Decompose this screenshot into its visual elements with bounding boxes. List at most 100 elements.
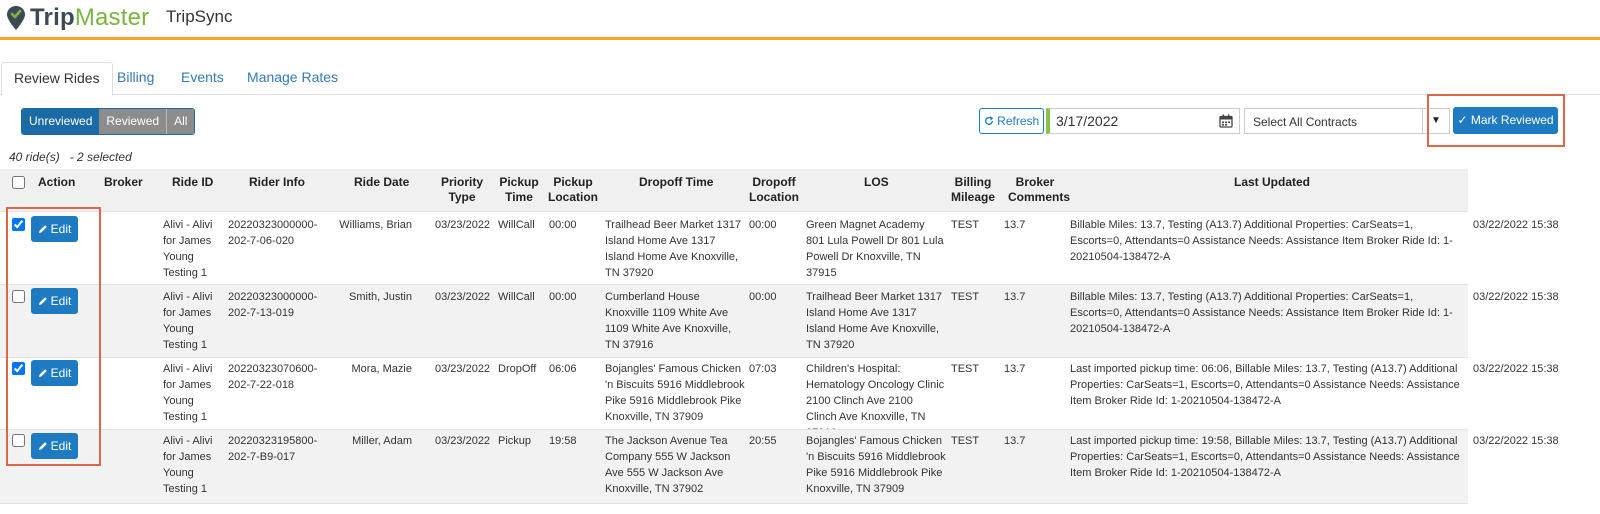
cell-broker-comments: Last imported pickup time: 06:06, Billab… [1070,363,1460,407]
selected-count: - 2 selected [69,150,132,164]
cell-dropoff-location: Bojangles' Famous Chicken 'n Biscuits 59… [806,435,946,495]
mark-reviewed-label: Mark Reviewed [1470,113,1554,127]
col-dropoff-time: Dropoff Time [639,175,714,189]
table-row: Edit Alivi - Alivi for James Young Testi… [0,358,1559,439]
ride-date-input[interactable] [1056,109,1206,133]
table-row: Edit Alivi - Alivi for James Young Testi… [0,285,1559,358]
cell-pickup-time: 06:06 [549,363,577,375]
col-ride-id: Ride ID [172,175,214,189]
cell-last-updated: 03/22/2022 15:38 [1473,435,1559,447]
calendar-icon[interactable] [1219,114,1233,128]
cell-broker-comments: Billable Miles: 13.7, Testing (A13.7) Ad… [1070,291,1453,335]
col-dropoff-location: Dropoff Location [749,175,799,204]
tab-billing[interactable]: Billing [105,62,166,93]
top-bar: TripMaster TripSync [0,0,1600,37]
cell-los: TEST [951,363,980,375]
contract-select-value: Select All Contracts [1253,115,1358,129]
cell-pickup-location: Cumberland House Knoxville 1109 White Av… [605,291,732,351]
ride-count: 40 ride(s) [9,150,60,164]
refresh-label: Refresh [997,114,1040,128]
contract-select[interactable]: Select All Contracts ▼ [1244,108,1450,134]
cell-ride-date: 03/23/2022 [435,219,491,231]
cell-dropoff-time: 00:00 [749,219,777,231]
review-status-filter: Unreviewed Reviewed All [21,108,196,135]
cell-pickup-time: 00:00 [549,291,577,303]
filter-unreviewed-button[interactable]: Unreviewed [22,109,100,134]
cell-los: TEST [951,291,980,303]
col-los: LOS [864,175,889,189]
mark-reviewed-button[interactable]: ✓ Mark Reviewed [1453,107,1558,134]
col-rider-info: Rider Info [249,175,305,189]
location-pin-icon [7,6,25,30]
col-pickup-time: Pickup Time [499,175,539,204]
cell-pickup-time: 00:00 [549,219,577,231]
cell-rider-info: Williams, Brian [339,219,412,231]
col-pickup-location: Pickup Location [548,175,598,204]
app-logo[interactable]: TripMaster [6,3,149,33]
col-last-updated: Last Updated [1234,175,1311,189]
rides-table-header: Action Broker Ride ID Rider Info Ride Da… [0,169,1468,211]
col-billing-mileage: Billing Mileage [951,175,996,204]
row-divider [0,503,1468,504]
cell-dropoff-time: 07:03 [749,363,777,375]
ride-date-picker [1046,108,1240,134]
filter-reviewed-button[interactable]: Reviewed [99,109,167,134]
cell-pickup-location: The Jackson Avenue Tea Company 555 W Jac… [605,435,731,495]
cell-ride-date: 03/23/2022 [435,291,491,303]
cell-rider-info: Smith, Justin [349,291,412,303]
cell-billing-mileage: 13.7 [1004,291,1026,303]
cell-broker: Alivi - Alivi for James Young Testing 1 [163,363,213,423]
cell-broker-comments: Last imported pickup time: 19:58, Billab… [1070,435,1460,479]
highlight-annotation-edit-column [6,207,101,466]
cell-broker: Alivi - Alivi for James Young Testing 1 [163,219,213,279]
main-tabs: Review Rides Billing Events Manage Rates [0,62,1600,96]
header-accent-line [0,37,1600,40]
table-row: Edit Alivi - Alivi for James Young Testi… [0,212,1559,285]
cell-rider-info: Mora, Mazie [351,363,412,375]
tab-review-rides[interactable]: Review Rides [1,62,113,96]
cell-priority-type: DropOff [498,363,537,375]
cell-last-updated: 03/22/2022 15:38 [1473,363,1559,375]
filter-all-button[interactable]: All [166,109,195,134]
ride-count-summary: 40 ride(s) - 2 selected [9,150,132,164]
cell-ride-id: 20220323195800-202-7-B9-017 [228,435,318,463]
cell-broker-comments: Billable Miles: 13.7, Testing (A13.7) Ad… [1070,219,1453,263]
cell-ride-id: 20220323070600-202-7-22-018 [228,363,318,391]
cell-pickup-location: Trailhead Beer Market 1317 Island Home A… [605,219,741,279]
cell-los: TEST [951,219,980,231]
col-priority-type: Priority Type [440,175,483,204]
tab-events[interactable]: Events [169,62,236,93]
cell-priority-type: Pickup [498,435,532,447]
cell-dropoff-location: Green Magnet Academy 801 Lula Powell Dr … [806,219,944,279]
cell-last-updated: 03/22/2022 15:38 [1473,291,1559,303]
table-row: Edit Alivi - Alivi for James Young Testi… [0,430,1559,503]
refresh-icon [984,116,994,125]
cell-ride-date: 03/23/2022 [435,363,491,375]
cell-ride-id: 20220323000000-202-7-13-019 [228,291,318,319]
cell-dropoff-time: 20:55 [749,435,777,447]
select-all-checkbox[interactable] [12,176,25,189]
cell-broker: Alivi - Alivi for James Young Testing 1 [163,435,213,495]
cell-broker: Alivi - Alivi for James Young Testing 1 [163,291,213,351]
cell-ride-date: 03/23/2022 [435,435,491,447]
cell-pickup-location: Bojangles' Famous Chicken 'n Biscuits 59… [605,363,745,423]
col-action: Action [38,175,76,189]
check-icon: ✓ [1457,113,1468,127]
logo-text-trip: Trip [30,4,75,31]
cell-ride-id: 20220323000000-202-7-06-020 [228,219,318,247]
app-name: TripSync [166,7,233,26]
col-broker-comments: Broker Comments [1008,175,1071,204]
cell-billing-mileage: 13.7 [1004,219,1026,231]
cell-dropoff-location: Trailhead Beer Market 1317 Island Home A… [806,291,942,351]
cell-pickup-time: 19:58 [549,435,577,447]
cell-last-updated: 03/22/2022 15:38 [1473,219,1559,231]
cell-priority-type: WillCall [498,219,535,231]
cell-los: TEST [951,435,980,447]
cell-billing-mileage: 13.7 [1004,435,1026,447]
refresh-button[interactable]: Refresh [979,108,1044,134]
cell-dropoff-time: 00:00 [749,291,777,303]
tab-manage-rates[interactable]: Manage Rates [235,62,350,93]
col-ride-date: Ride Date [354,175,410,189]
logo-text-master: Master [74,4,150,31]
cell-rider-info: Miller, Adam [352,435,412,447]
